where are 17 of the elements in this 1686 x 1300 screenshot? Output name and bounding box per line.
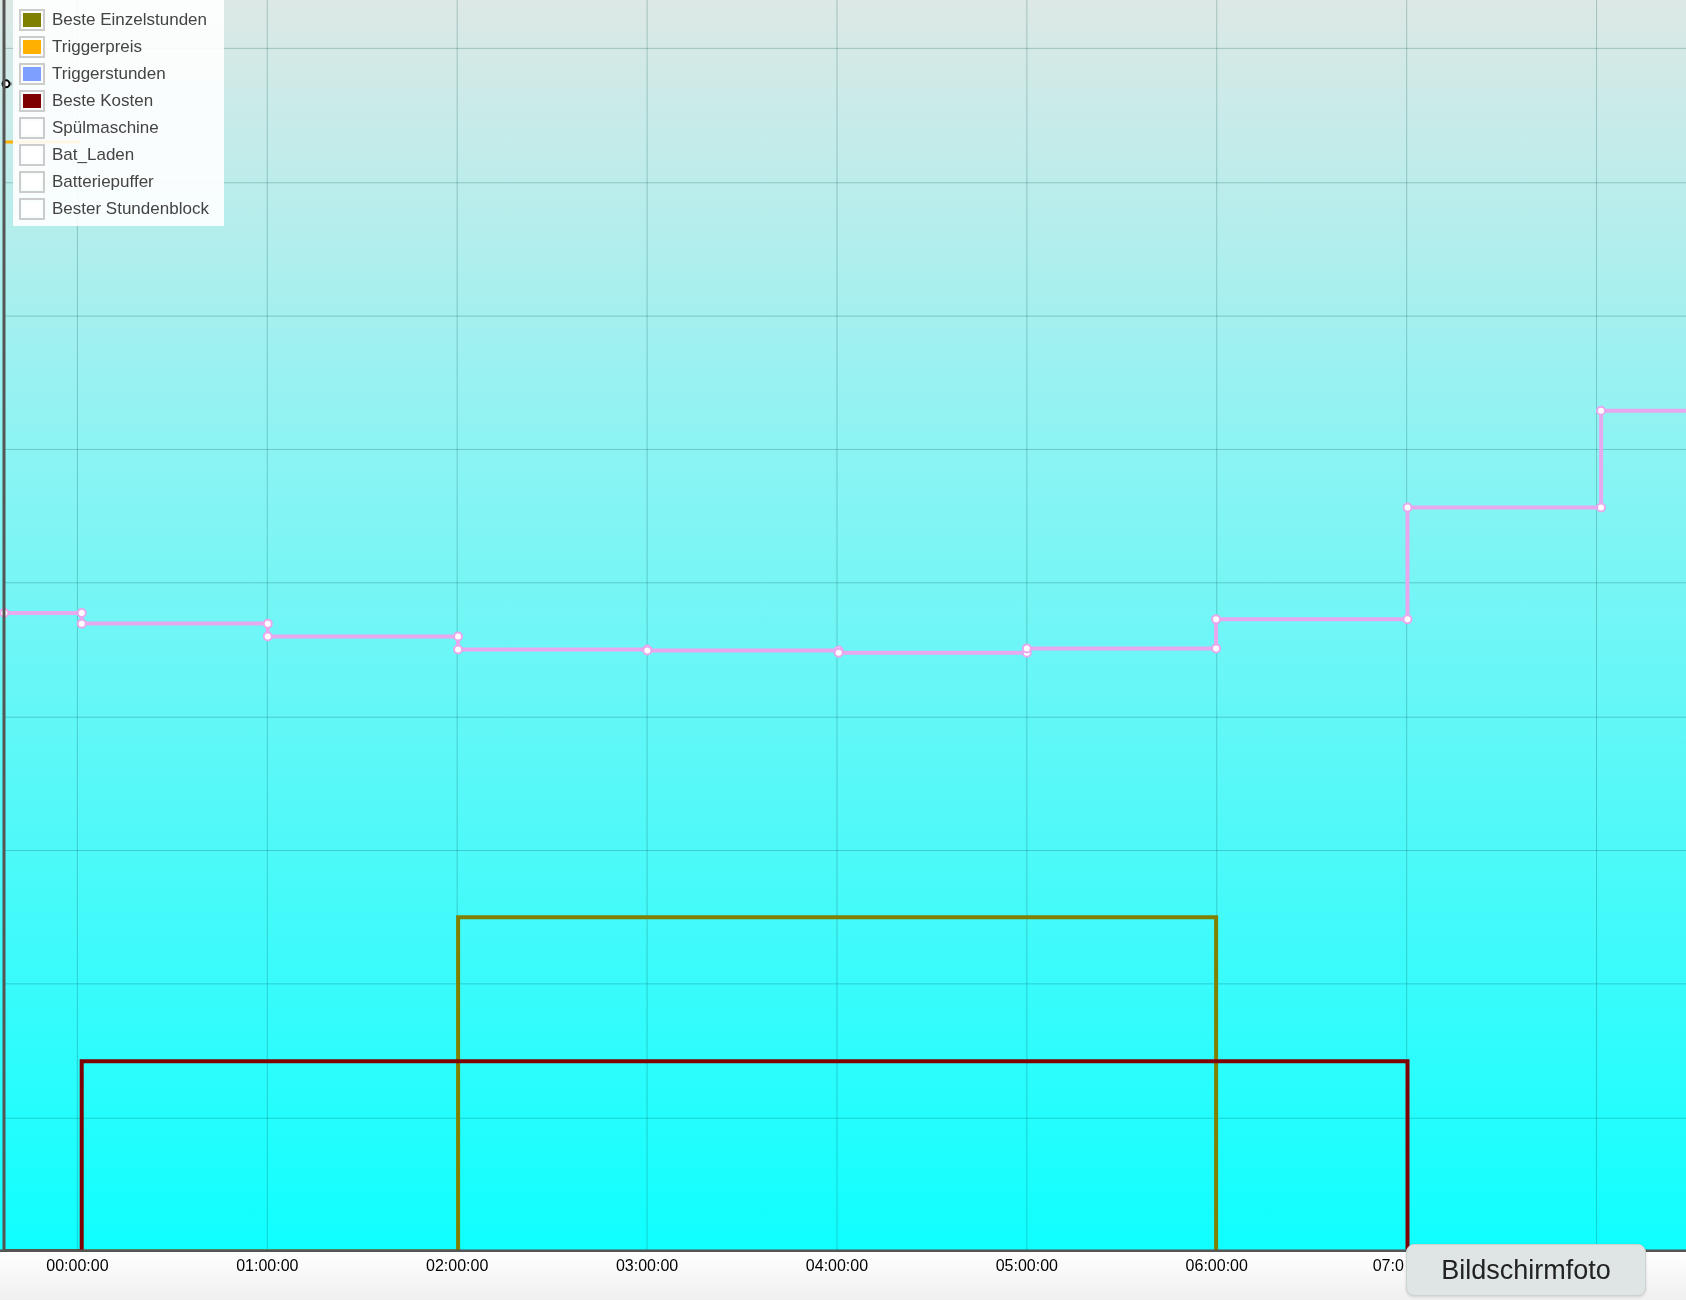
legend-label[interactable]: Beste Kosten [52, 87, 154, 114]
x-tick-label: 07:0 [1372, 1257, 1404, 1274]
x-tick-label: 00:00:00 [46, 1257, 109, 1274]
legend-label[interactable]: Batteriepuffer [52, 168, 154, 195]
x-tick-label: 02:00:00 [426, 1257, 489, 1274]
x-tick-label: 05:00:00 [995, 1257, 1058, 1274]
x-tick-label: 06:00:00 [1185, 1257, 1248, 1274]
legend-label[interactable]: Bester Stundenblock [52, 195, 209, 222]
legend-label[interactable]: Triggerpreis [52, 33, 143, 60]
legend-label[interactable]: Spülmaschine [52, 114, 159, 141]
x-tick-label: 01:00:00 [236, 1257, 299, 1274]
legend-label[interactable]: Triggerstunden [52, 60, 166, 87]
x-tick-label: 03:00:00 [615, 1257, 679, 1274]
legend-label[interactable]: Beste Einzelstunden [52, 6, 207, 33]
tooltip: Bildschirmfoto [1406, 1244, 1646, 1296]
x-tick-label: 04:00:00 [805, 1257, 869, 1274]
legend-label[interactable]: Bat_Laden [52, 141, 135, 168]
